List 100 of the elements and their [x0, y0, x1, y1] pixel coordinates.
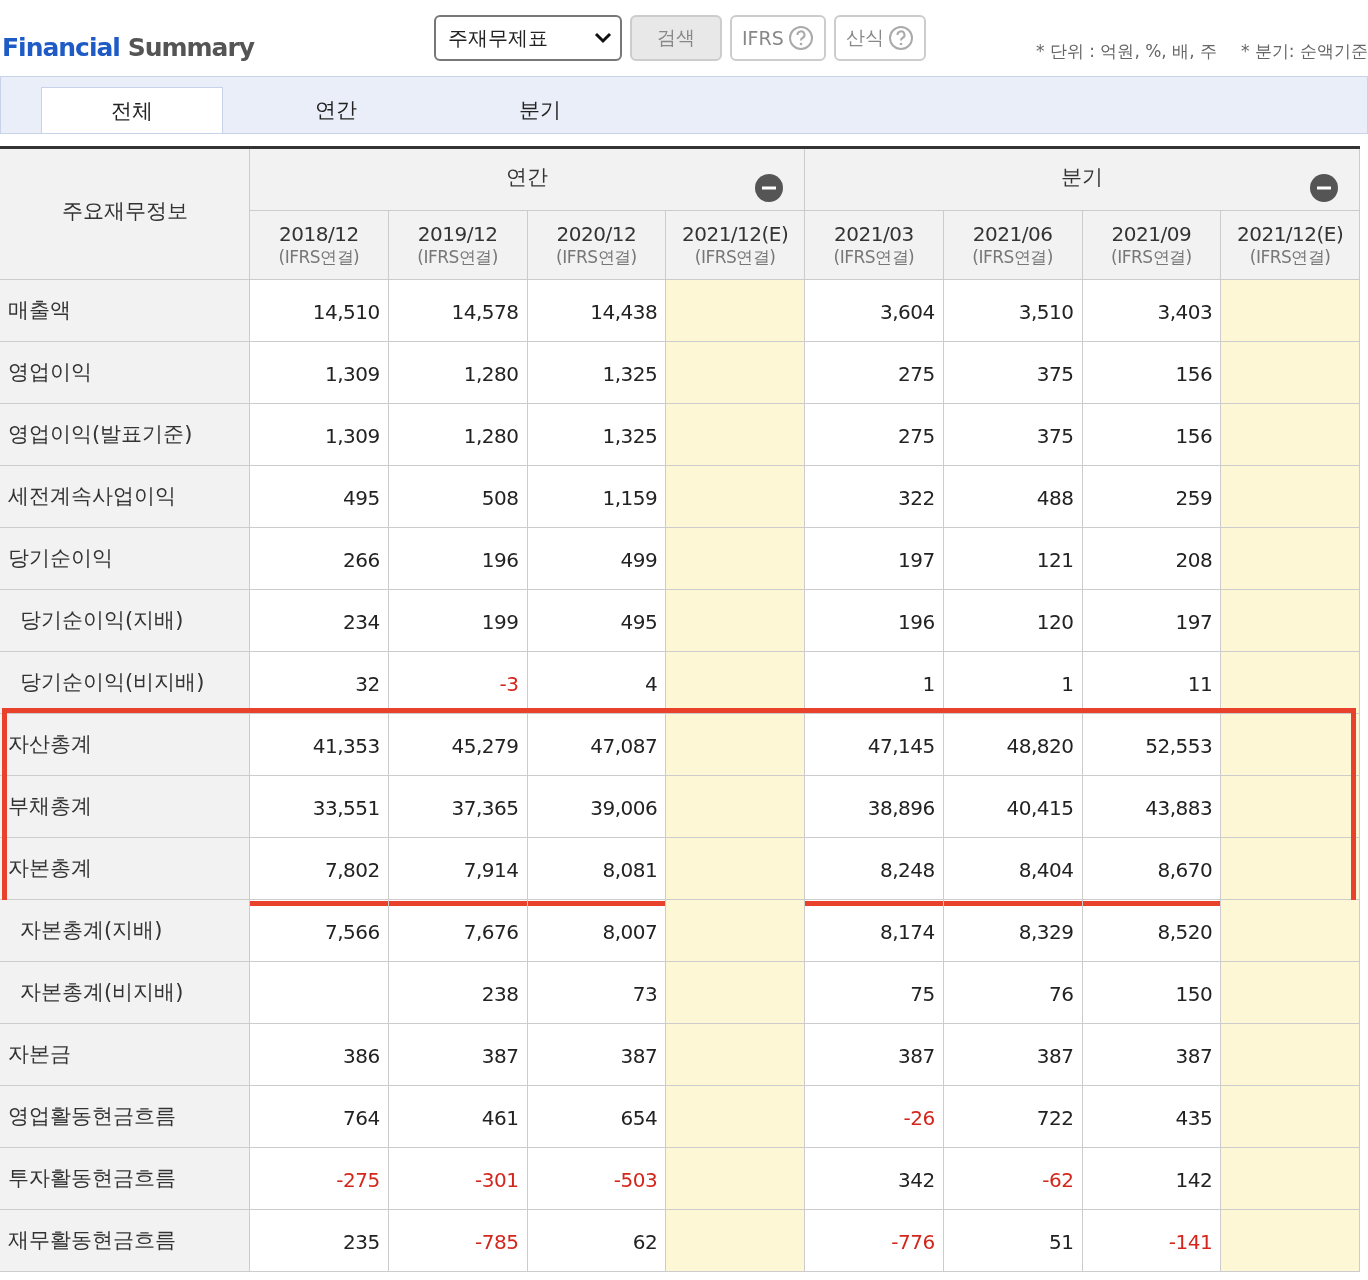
row-label: 세전계속사업이익 — [0, 466, 250, 528]
table-cell: 1,280 — [388, 404, 528, 466]
table-cell: 32 — [250, 652, 389, 714]
help-button[interactable]: 산식 — [833, 15, 926, 61]
period-label: 2021/12(E) — [1236, 221, 1344, 246]
period-label: 2021/06 — [972, 221, 1053, 246]
table-cell: 196 — [388, 528, 528, 590]
table-cell: 1 — [943, 652, 1083, 714]
table-cell: 8,174 — [805, 900, 944, 962]
table-cell: 197 — [805, 528, 944, 590]
table-cell: 386 — [250, 1024, 389, 1086]
table-cell: 75 — [805, 962, 944, 1024]
table-cell: -3 — [388, 652, 528, 714]
table-cell: 508 — [388, 466, 528, 528]
basis-label: (IFRS연결) — [1111, 245, 1192, 269]
table-cell: 495 — [250, 466, 389, 528]
period-label: 2021/09 — [1111, 221, 1192, 246]
table-cell: 121 — [943, 528, 1083, 590]
row-label: 자본금 — [0, 1024, 250, 1086]
basis-label: (IFRS연결) — [556, 245, 637, 269]
table-cell: -62 — [943, 1148, 1083, 1210]
row-label: 당기순이익(지배) — [0, 590, 250, 652]
table-cell: 199 — [388, 590, 528, 652]
table-cell: 48,820 — [943, 714, 1083, 776]
table-cell: 461 — [388, 1086, 528, 1148]
group-label: 연간 — [506, 164, 548, 191]
help-button[interactable]: IFRS — [730, 15, 826, 61]
row-label: 매출액 — [0, 280, 250, 342]
table-cell: 8,329 — [943, 900, 1083, 962]
unit-note: * 단위 : 억원, %, 배, 주 — [1035, 39, 1217, 63]
table-cell: 722 — [943, 1086, 1083, 1148]
basis-label: (IFRS연결) — [278, 245, 360, 269]
table-cell: 764 — [250, 1086, 389, 1148]
row-label: 재무활동현금흐름 — [0, 1210, 250, 1272]
corner-label: 주요재무정보 — [61, 198, 188, 225]
table-cell: 235 — [250, 1210, 389, 1272]
row-label: 자산총계 — [0, 714, 250, 776]
statement-select[interactable]: 주재무제표 — [434, 15, 622, 61]
table-cell: -26 — [805, 1086, 944, 1148]
row-label: 자본총계 — [0, 838, 250, 900]
table-cell: 1,280 — [388, 342, 528, 404]
tab[interactable]: 분기 — [449, 87, 631, 133]
table-cell: 275 — [805, 404, 944, 466]
table-cell: 120 — [943, 590, 1083, 652]
table-cell: 51 — [943, 1210, 1083, 1272]
table-cell: 234 — [250, 590, 389, 652]
table-cell: 37,365 — [388, 776, 528, 838]
unit-note: * 분기: 순액기준 — [1240, 39, 1368, 63]
table-cell: 375 — [943, 404, 1083, 466]
basis-label: (IFRS연결) — [417, 245, 498, 269]
row-label: 영업활동현금흐름 — [0, 1086, 250, 1148]
table-cell: 14,510 — [250, 280, 389, 342]
row-label: 당기순이익 — [0, 528, 250, 590]
table-cell: 387 — [943, 1024, 1083, 1086]
table-cell: 1,309 — [250, 342, 389, 404]
period-label: 2020/12 — [556, 221, 637, 246]
row-label: 자본총계(비지배) — [0, 962, 250, 1024]
table-cell: 8,404 — [943, 838, 1083, 900]
group-label: 분기 — [1061, 164, 1103, 191]
period-label: 2019/12 — [417, 221, 498, 246]
period-label: 2021/12(E) — [681, 221, 789, 246]
table-cell: 275 — [805, 342, 944, 404]
row-label: 당기순이익(비지배) — [0, 652, 250, 714]
title-accent: Financial — [2, 32, 120, 62]
tab[interactable]: 전체 — [41, 87, 223, 133]
basis-label: (IFRS연결) — [1249, 245, 1331, 269]
collapse-icon[interactable] — [754, 173, 784, 203]
table-cell: 3,510 — [943, 280, 1083, 342]
row-label: 부채총계 — [0, 776, 250, 838]
table-cell: 41,353 — [250, 714, 389, 776]
table-cell: 33,551 — [250, 776, 389, 838]
help-icon — [887, 25, 914, 51]
table-cell: 196 — [805, 590, 944, 652]
table-cell: 1 — [805, 652, 944, 714]
row-label: 영업이익 — [0, 342, 250, 404]
table-cell: 3,604 — [805, 280, 944, 342]
help-icon — [787, 25, 814, 51]
period-label: 2018/12 — [279, 221, 359, 246]
basis-label: (IFRS연결) — [972, 245, 1053, 269]
page-title: Summary — [127, 32, 255, 62]
row-label: 투자활동현금흐름 — [0, 1148, 250, 1210]
table-cell: 45,279 — [388, 714, 528, 776]
chevron-icon — [594, 32, 612, 44]
row-label: 자본총계(지배) — [0, 900, 250, 962]
table-cell: 387 — [805, 1024, 944, 1086]
table-cell: -301 — [388, 1148, 528, 1210]
table-cell: 7,914 — [388, 838, 528, 900]
table-cell: 387 — [388, 1024, 528, 1086]
table-cell: 238 — [388, 962, 528, 1024]
collapse-icon[interactable] — [1309, 173, 1339, 203]
table-cell: 8,248 — [805, 838, 944, 900]
table-cell: 7,676 — [388, 900, 528, 962]
row-label: 영업이익(발표기준) — [0, 404, 250, 466]
basis-label: (IFRS연결) — [694, 245, 776, 269]
table-cell: 7,802 — [250, 838, 389, 900]
basis-label: (IFRS연결) — [833, 245, 915, 269]
table-cell: 322 — [805, 466, 944, 528]
table-cell: 1,309 — [250, 404, 389, 466]
table-cell: 47,145 — [805, 714, 944, 776]
tab[interactable]: 연간 — [245, 87, 427, 133]
